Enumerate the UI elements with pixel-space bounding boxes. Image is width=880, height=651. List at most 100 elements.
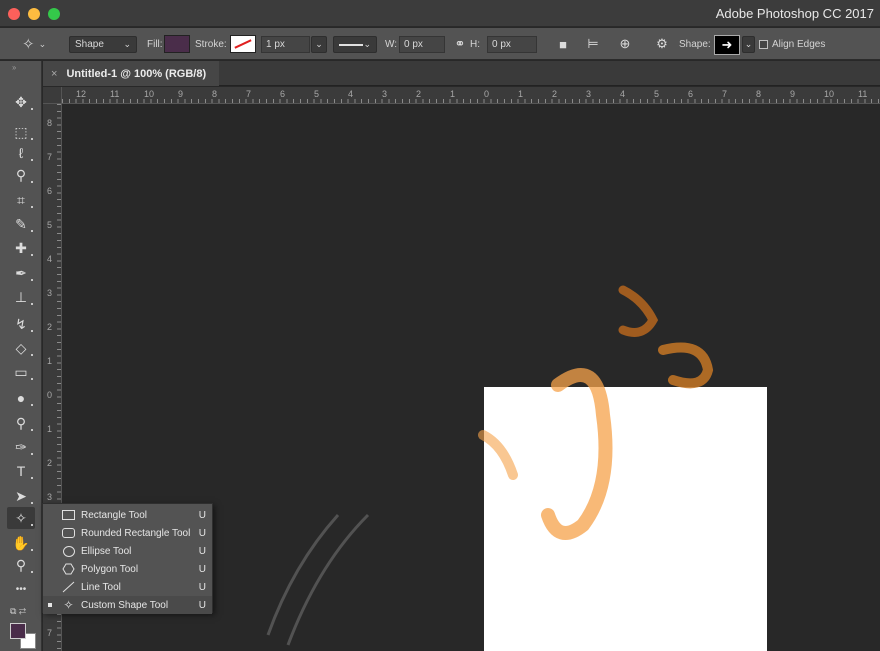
stroke-width-input[interactable]: 1 px <box>261 36 310 53</box>
document-tab[interactable]: × Untitled-1 @ 100% (RGB/8) <box>43 61 219 86</box>
title-bar: Adobe Photoshop CC 2017 <box>0 0 880 27</box>
ruler-label: 8 <box>212 89 218 99</box>
shape-tools-flyout: Rectangle Tool U Rounded Rectangle Tool U El… <box>42 503 213 614</box>
fill-label: Fill: <box>147 38 163 50</box>
history-brush-icon: ↯ <box>15 315 27 332</box>
hand-tool[interactable]: ✋ <box>7 532 35 554</box>
ruler-label: 3 <box>47 288 53 298</box>
ruler-label: 10 <box>144 89 155 99</box>
type-tool[interactable]: T <box>7 460 35 482</box>
brush-tool[interactable]: ✒ <box>7 262 35 284</box>
healing-brush-icon: ✚ <box>15 239 27 256</box>
flyout-item-line[interactable]: Line Tool U <box>43 578 212 596</box>
height-input[interactable]: 0 px <box>487 36 537 53</box>
pen-tool[interactable]: ✑ <box>7 436 35 458</box>
ruler-label: 6 <box>280 89 286 99</box>
path-arrangement-icon[interactable]: ⊕ <box>617 28 633 60</box>
stroke-label: Stroke: <box>195 38 227 50</box>
zoom-icon: ⚲ <box>15 556 27 573</box>
flyout-item-label: Custom Shape Tool <box>81 599 169 611</box>
more-tools[interactable]: ••• <box>7 578 35 600</box>
ellipse-icon <box>62 545 75 557</box>
quick-selection-tool[interactable]: ⚲ <box>7 164 35 186</box>
history-brush-tool[interactable]: ↯ <box>7 313 35 335</box>
ruler-label: 7 <box>722 89 728 99</box>
quick-selection-icon: ⚲ <box>15 166 27 183</box>
custom-shape-preset-icon[interactable]: ✧ ⌄ <box>22 28 52 60</box>
path-operations-icon[interactable]: ■ <box>556 28 570 60</box>
flyout-item-label: Ellipse Tool <box>81 545 132 557</box>
marquee-icon: ⬚ <box>14 123 28 140</box>
shortcut-key: U <box>198 509 206 521</box>
path-selection-tool[interactable]: ➤ <box>7 485 35 507</box>
tool-mode-select[interactable]: Shape ⌄ <box>69 36 137 53</box>
clone-stamp-icon: ⊥ <box>14 288 28 305</box>
rounded-rectangle-icon <box>62 528 75 539</box>
shortcut-key: U <box>198 545 206 557</box>
swap-colors-icon[interactable]: ⧉ ⇄ <box>10 606 26 617</box>
stroke-width-dropdown[interactable]: ⌄ <box>311 36 327 53</box>
ruler-label: 9 <box>790 89 796 99</box>
ruler-label: 5 <box>47 220 53 230</box>
ruler-label: 1 <box>47 424 53 434</box>
clone-stamp-tool[interactable]: ⊥ <box>7 286 35 308</box>
healing-brush-tool[interactable]: ✚ <box>7 237 35 259</box>
ruler-label: 8 <box>47 118 53 128</box>
move-tool[interactable]: ✥ <box>7 91 35 113</box>
horizontal-ruler[interactable]: 12 11 10 9 8 7 6 5 4 3 2 1 0 1 2 3 4 5 6 7 8 9 10 11 <box>62 87 880 104</box>
ruler-label: 5 <box>314 89 320 99</box>
stroke-color-swatch[interactable] <box>230 35 256 53</box>
toolbox: ›› ⧉ ⇄ ✥ ⬚ ℓ ⚲ ⌗ ✎ ✚ ✒ ⊥ ↯ ◇ ▭ ● ⚲ ✑ T ➤ ✧ ✋ ⚲ ••• <box>0 61 42 651</box>
eraser-tool[interactable]: ◇ <box>7 337 35 359</box>
options-bar: ✧ ⌄ Shape ⌄ Fill: Stroke: 1 px ⌄ ⌄ W: 0 px… <box>0 28 880 60</box>
ruler-label: 2 <box>47 322 53 332</box>
selected-bullet-icon <box>48 603 52 607</box>
ruler-label: 9 <box>178 89 184 99</box>
flyout-item-rectangle[interactable]: Rectangle Tool U <box>43 506 212 524</box>
foreground-color-swatch[interactable] <box>10 623 26 639</box>
stroke-type-select[interactable]: ⌄ <box>333 36 377 53</box>
path-alignment-icon[interactable]: ⊨ <box>586 28 600 60</box>
maximize-window-button[interactable] <box>48 8 60 20</box>
custom-shape-tool[interactable]: ✧ <box>7 507 35 529</box>
ruler-label: 5 <box>654 89 660 99</box>
type-icon: T <box>16 463 26 479</box>
ruler-ticks <box>62 99 880 103</box>
align-edges-label: Align Edges <box>772 38 826 50</box>
crop-tool[interactable]: ⌗ <box>7 189 35 211</box>
ruler-label: 11 <box>110 89 120 99</box>
eyedropper-icon: ✎ <box>15 215 27 232</box>
eyedropper-tool[interactable]: ✎ <box>7 213 35 235</box>
zoom-tool[interactable]: ⚲ <box>7 554 35 576</box>
flyout-item-polygon[interactable]: Polygon Tool U <box>43 560 212 578</box>
fill-color-swatch[interactable] <box>164 35 190 53</box>
panel-collapse-icon[interactable]: ›› <box>12 63 16 72</box>
rectangle-icon <box>62 510 75 521</box>
shortcut-key: U <box>198 581 206 593</box>
blur-tool[interactable]: ● <box>7 387 35 409</box>
gear-icon[interactable]: ⚙ <box>655 28 669 60</box>
custom-shape-icon: ✧ <box>15 509 27 526</box>
checkbox-icon <box>759 39 768 49</box>
stroke-type-line-icon <box>339 43 363 46</box>
minimize-window-button[interactable] <box>28 8 40 20</box>
flyout-item-custom-shape[interactable]: ✧ Custom Shape Tool U <box>43 596 212 614</box>
width-input[interactable]: 0 px <box>399 36 445 53</box>
dodge-tool[interactable]: ⚲ <box>7 412 35 434</box>
link-icon[interactable]: ⚭ <box>453 28 467 60</box>
flyout-item-rounded-rectangle[interactable]: Rounded Rectangle Tool U <box>43 524 212 542</box>
close-tab-icon[interactable]: × <box>51 68 57 80</box>
close-window-button[interactable] <box>8 8 20 20</box>
dodge-icon: ⚲ <box>15 414 27 431</box>
blur-icon: ● <box>16 390 26 406</box>
crop-icon: ⌗ <box>17 191 25 208</box>
shape-picker-arrow-icon[interactable]: ➜ <box>714 35 740 55</box>
marquee-tool[interactable]: ⬚ <box>7 121 35 143</box>
shape-picker-dropdown[interactable]: ⌄ <box>742 36 755 53</box>
ruler-label: 3 <box>47 492 53 502</box>
ruler-origin[interactable] <box>43 87 62 104</box>
flyout-item-ellipse[interactable]: Ellipse Tool U <box>43 542 212 560</box>
align-edges-checkbox[interactable]: Align Edges <box>759 28 825 60</box>
lasso-tool[interactable]: ℓ <box>7 142 35 164</box>
gradient-tool[interactable]: ▭ <box>7 361 35 383</box>
